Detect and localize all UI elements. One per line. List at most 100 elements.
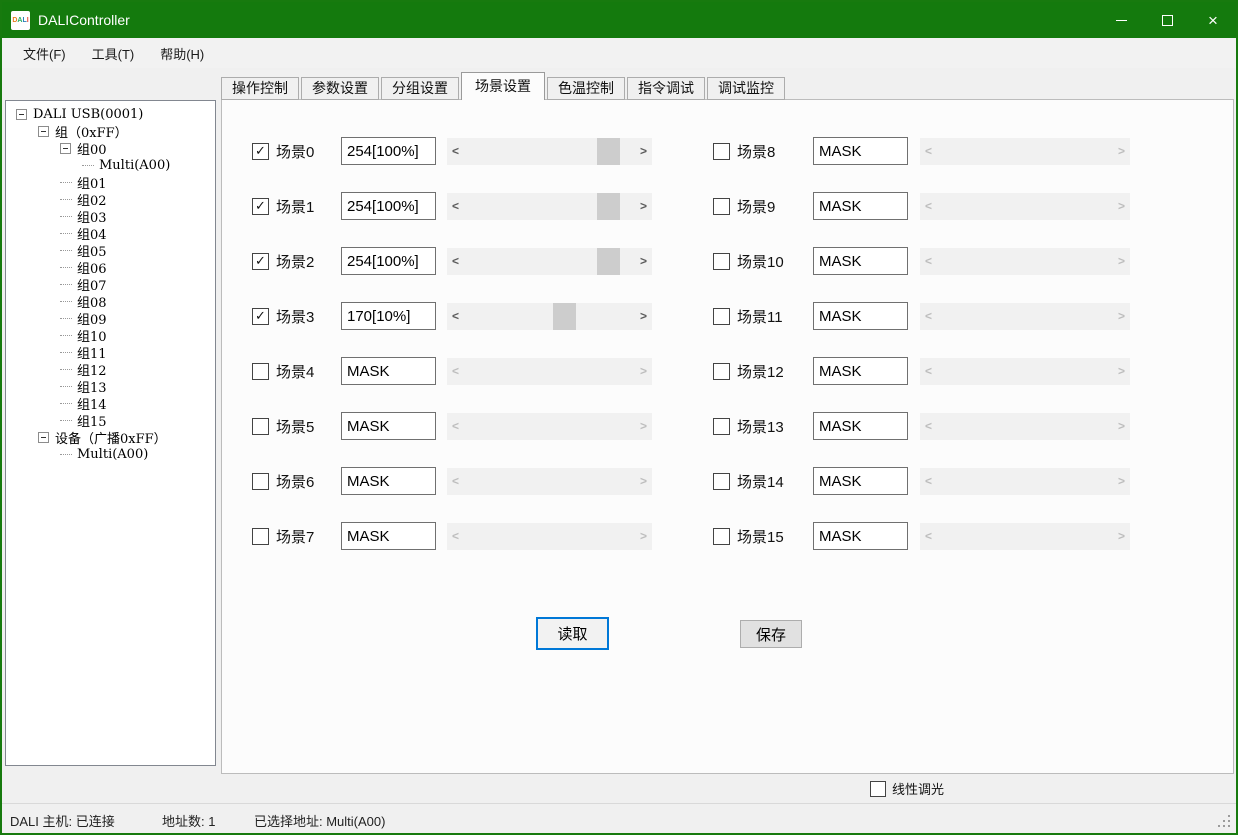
scrollbar-right-arrow-icon[interactable]: >: [1113, 303, 1130, 330]
scene-checkbox-场景6[interactable]: [252, 473, 269, 490]
tree-node-9[interactable]: 组06: [6, 259, 215, 276]
scene-scrollbar-场景9[interactable]: <>: [920, 193, 1130, 220]
scene-checkbox-场景8[interactable]: [713, 143, 730, 160]
scene-checkbox-场景3[interactable]: ✓: [252, 308, 269, 325]
scene-value-input-场景4[interactable]: [341, 357, 436, 385]
scrollbar-left-arrow-icon[interactable]: <: [920, 303, 937, 330]
scene-scrollbar-场景3[interactable]: <>: [447, 303, 652, 330]
tree-node-8[interactable]: 组05: [6, 242, 215, 259]
scrollbar-right-arrow-icon[interactable]: >: [1113, 468, 1130, 495]
scrollbar-right-arrow-icon[interactable]: >: [635, 358, 652, 385]
tree-node-6[interactable]: 组03: [6, 208, 215, 225]
maximize-button[interactable]: [1144, 2, 1190, 38]
scrollbar-thumb[interactable]: [597, 193, 620, 220]
menu-tools[interactable]: 工具(T): [79, 38, 148, 68]
scene-checkbox-场景7[interactable]: [252, 528, 269, 545]
tree-expander-icon[interactable]: [60, 143, 71, 154]
scrollbar-right-arrow-icon[interactable]: >: [1113, 413, 1130, 440]
read-button[interactable]: 读取: [536, 617, 609, 650]
close-button[interactable]: ×: [1190, 2, 1236, 38]
scrollbar-left-arrow-icon[interactable]: <: [447, 193, 464, 220]
resize-grip[interactable]: [1228, 825, 1230, 827]
scrollbar-right-arrow-icon[interactable]: >: [635, 138, 652, 165]
scene-checkbox-场景1[interactable]: ✓: [252, 198, 269, 215]
tree-node-0[interactable]: DALI USB(0001): [6, 106, 215, 123]
scene-checkbox-场景14[interactable]: [713, 473, 730, 490]
scrollbar-left-arrow-icon[interactable]: <: [447, 358, 464, 385]
scene-checkbox-场景11[interactable]: [713, 308, 730, 325]
scene-value-input-场景8[interactable]: [813, 137, 908, 165]
scrollbar-right-arrow-icon[interactable]: >: [1113, 193, 1130, 220]
scrollbar-left-arrow-icon[interactable]: <: [920, 193, 937, 220]
scrollbar-left-arrow-icon[interactable]: <: [920, 358, 937, 385]
scene-value-input-场景0[interactable]: [341, 137, 436, 165]
tab-3[interactable]: 场景设置: [461, 72, 545, 100]
scrollbar-left-arrow-icon[interactable]: <: [447, 138, 464, 165]
tab-6[interactable]: 调试监控: [707, 77, 785, 100]
scene-scrollbar-场景8[interactable]: <>: [920, 138, 1130, 165]
scene-scrollbar-场景5[interactable]: <>: [447, 413, 652, 440]
scrollbar-right-arrow-icon[interactable]: >: [635, 193, 652, 220]
menu-file[interactable]: 文件(F): [10, 38, 79, 68]
scrollbar-left-arrow-icon[interactable]: <: [920, 468, 937, 495]
scrollbar-left-arrow-icon[interactable]: <: [920, 138, 937, 165]
scrollbar-left-arrow-icon[interactable]: <: [447, 468, 464, 495]
scene-value-input-场景13[interactable]: [813, 412, 908, 440]
tree-node-7[interactable]: 组04: [6, 225, 215, 242]
scrollbar-right-arrow-icon[interactable]: >: [1113, 358, 1130, 385]
scrollbar-right-arrow-icon[interactable]: >: [1113, 248, 1130, 275]
tree-node-3[interactable]: Multi(A00): [6, 157, 215, 174]
scene-value-input-场景12[interactable]: [813, 357, 908, 385]
scrollbar-left-arrow-icon[interactable]: <: [920, 248, 937, 275]
scrollbar-right-arrow-icon[interactable]: >: [1113, 523, 1130, 550]
scene-value-input-场景2[interactable]: [341, 247, 436, 275]
tree-node-2[interactable]: 组00: [6, 140, 215, 157]
scrollbar-right-arrow-icon[interactable]: >: [635, 248, 652, 275]
scene-checkbox-场景12[interactable]: [713, 363, 730, 380]
scene-checkbox-场景13[interactable]: [713, 418, 730, 435]
scene-checkbox-场景4[interactable]: [252, 363, 269, 380]
scrollbar-thumb[interactable]: [553, 303, 576, 330]
save-button[interactable]: 保存: [740, 620, 802, 648]
menu-help[interactable]: 帮助(H): [147, 38, 217, 68]
scene-scrollbar-场景7[interactable]: <>: [447, 523, 652, 550]
tree-node-19[interactable]: 设备（广播0xFF）: [6, 429, 215, 446]
tree-node-10[interactable]: 组07: [6, 276, 215, 293]
scene-scrollbar-场景10[interactable]: <>: [920, 248, 1130, 275]
tree-expander-icon[interactable]: [16, 109, 27, 120]
tree-node-14[interactable]: 组11: [6, 344, 215, 361]
scrollbar-thumb[interactable]: [597, 248, 620, 275]
linear-dimming-checkbox[interactable]: [870, 781, 886, 797]
scene-scrollbar-场景15[interactable]: <>: [920, 523, 1130, 550]
scene-scrollbar-场景0[interactable]: <>: [447, 138, 652, 165]
scrollbar-left-arrow-icon[interactable]: <: [447, 248, 464, 275]
scene-scrollbar-场景2[interactable]: <>: [447, 248, 652, 275]
tree-node-1[interactable]: 组（0xFF）: [6, 123, 215, 140]
tree-node-4[interactable]: 组01: [6, 174, 215, 191]
scene-value-input-场景11[interactable]: [813, 302, 908, 330]
scene-checkbox-场景15[interactable]: [713, 528, 730, 545]
scene-value-input-场景7[interactable]: [341, 522, 436, 550]
scrollbar-right-arrow-icon[interactable]: >: [635, 303, 652, 330]
scene-value-input-场景3[interactable]: [341, 302, 436, 330]
scene-checkbox-场景0[interactable]: ✓: [252, 143, 269, 160]
tree-node-17[interactable]: 组14: [6, 395, 215, 412]
tab-5[interactable]: 指令调试: [627, 77, 705, 100]
scrollbar-left-arrow-icon[interactable]: <: [447, 413, 464, 440]
tab-2[interactable]: 分组设置: [381, 77, 459, 100]
scrollbar-thumb[interactable]: [597, 138, 620, 165]
scene-value-input-场景9[interactable]: [813, 192, 908, 220]
scene-value-input-场景6[interactable]: [341, 467, 436, 495]
scene-checkbox-场景9[interactable]: [713, 198, 730, 215]
scrollbar-right-arrow-icon[interactable]: >: [635, 523, 652, 550]
scene-scrollbar-场景13[interactable]: <>: [920, 413, 1130, 440]
scene-scrollbar-场景12[interactable]: <>: [920, 358, 1130, 385]
scene-scrollbar-场景14[interactable]: <>: [920, 468, 1130, 495]
tree-node-5[interactable]: 组02: [6, 191, 215, 208]
scrollbar-left-arrow-icon[interactable]: <: [920, 413, 937, 440]
tree-node-20[interactable]: Multi(A00): [6, 446, 215, 463]
minimize-button[interactable]: [1098, 2, 1144, 38]
tree-node-18[interactable]: 组15: [6, 412, 215, 429]
tree-expander-icon[interactable]: [38, 126, 49, 137]
scene-scrollbar-场景11[interactable]: <>: [920, 303, 1130, 330]
